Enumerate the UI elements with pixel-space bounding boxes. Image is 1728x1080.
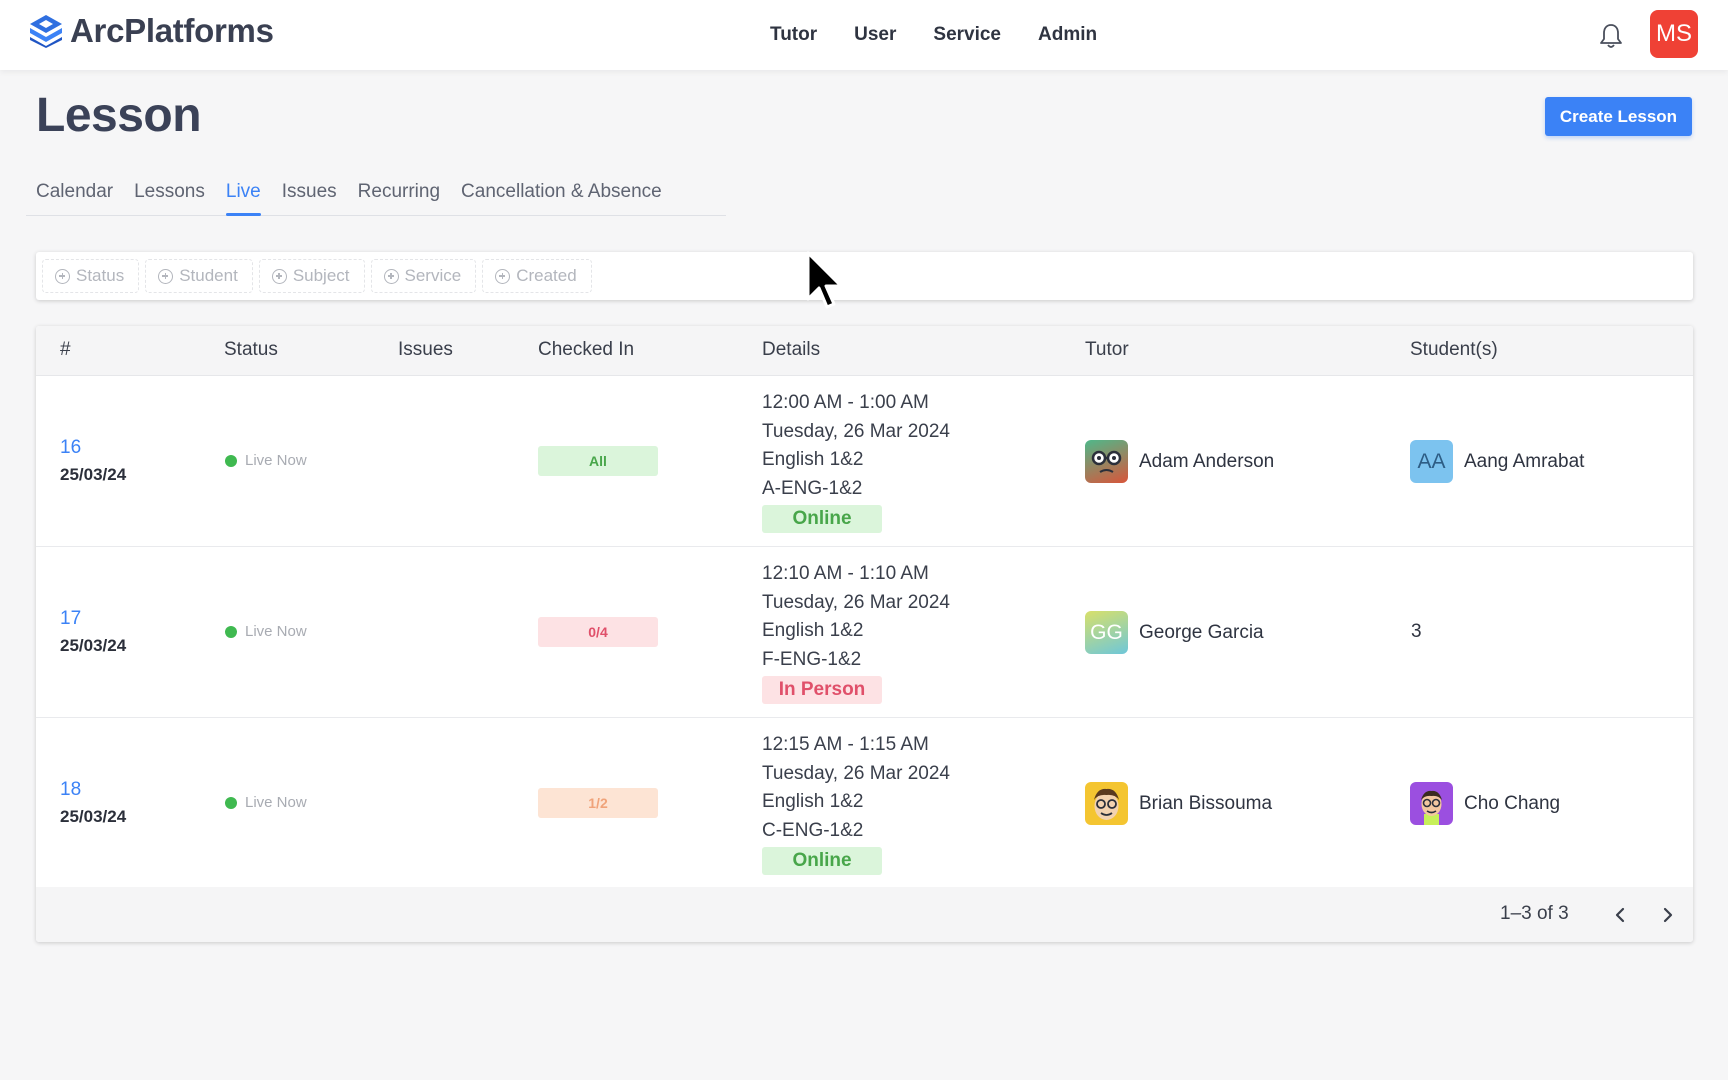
tab-cancellation-absence[interactable]: Cancellation & Absence <box>451 176 673 215</box>
student-name: Aang Amrabat <box>1464 450 1585 472</box>
bell-icon[interactable] <box>1598 22 1624 50</box>
lesson-id-link[interactable]: 16 <box>60 437 126 459</box>
checked-in-badge: 0/4 <box>538 617 658 647</box>
lesson-date: 25/03/24 <box>60 636 127 655</box>
student-cell[interactable]: Cho Chang <box>1410 782 1560 825</box>
nav-tutor[interactable]: Tutor <box>770 24 817 46</box>
lesson-date: 25/03/24 <box>60 465 127 484</box>
col-tutor[interactable]: Tutor <box>1085 339 1129 361</box>
checked-in-badge: 1/2 <box>538 788 658 818</box>
page-title: Lesson <box>36 89 202 142</box>
student-avatar <box>1410 782 1453 825</box>
top-navbar: ArcPlatforms Tutor User Service Admin MS <box>0 0 1728 70</box>
tutor-name: Adam Anderson <box>1139 450 1275 472</box>
tutor-avatar <box>1085 440 1128 483</box>
tutor-name: Brian Bissouma <box>1139 792 1273 814</box>
status-badge: Live Now <box>225 623 307 640</box>
tutor-cell[interactable]: GG George Garcia <box>1085 611 1264 654</box>
chevron-right-icon[interactable] <box>1654 901 1682 929</box>
table-row[interactable]: 18 25/03/24 Live Now 1/2 12:15 AM - 1:15… <box>36 718 1693 889</box>
tab-lessons[interactable]: Lessons <box>124 176 216 215</box>
lesson-details: 12:00 AM - 1:00 AM Tuesday, 26 Mar 2024 … <box>762 389 950 533</box>
tab-recurring[interactable]: Recurring <box>348 176 451 215</box>
status-badge: Live Now <box>225 794 307 811</box>
lesson-id-link[interactable]: 18 <box>60 779 126 801</box>
col-number[interactable]: # <box>60 339 71 361</box>
filter-subject[interactable]: Subject <box>258 259 365 293</box>
student-count[interactable]: 3 <box>1411 621 1422 643</box>
student-avatar: AA <box>1410 440 1453 483</box>
mode-badge: In Person <box>762 676 882 704</box>
filter-student[interactable]: Student <box>145 259 253 293</box>
brand-name: ArcPlatforms <box>70 12 274 49</box>
tutor-name: George Garcia <box>1139 621 1264 643</box>
brand[interactable]: ArcPlatforms <box>28 12 274 50</box>
lesson-tabs: Calendar Lessons Live Issues Recurring C… <box>26 176 726 216</box>
table-footer: 1–3 of 3 <box>36 887 1693 942</box>
student-name: Cho Chang <box>1464 792 1561 814</box>
tutor-cell[interactable]: Adam Anderson <box>1085 440 1274 483</box>
chevron-left-icon[interactable] <box>1606 901 1634 929</box>
table-row[interactable]: 17 25/03/24 Live Now 0/4 12:10 AM - 1:10… <box>36 547 1693 718</box>
col-details[interactable]: Details <box>762 339 820 361</box>
lesson-details: 12:15 AM - 1:15 AM Tuesday, 26 Mar 2024 … <box>762 731 950 875</box>
mode-badge: Online <box>762 847 882 875</box>
filter-bar: Status Student Subject Service Created <box>36 252 1693 300</box>
tutor-cell[interactable]: Brian Bissouma <box>1085 782 1272 825</box>
create-lesson-button[interactable]: Create Lesson <box>1545 97 1692 136</box>
filter-status[interactable]: Status <box>42 259 140 293</box>
mouse-cursor-icon <box>806 251 843 309</box>
plus-circle-icon <box>158 268 174 284</box>
lesson-id-link[interactable]: 17 <box>60 608 126 630</box>
col-issues[interactable]: Issues <box>398 339 453 361</box>
tab-calendar[interactable]: Calendar <box>26 176 124 215</box>
plus-circle-icon <box>55 268 70 284</box>
lesson-date: 25/03/24 <box>60 807 127 826</box>
filter-service[interactable]: Service <box>370 259 477 293</box>
col-status[interactable]: Status <box>224 339 278 361</box>
live-dot-icon <box>225 796 237 809</box>
lessons-table: # Status Issues Checked In Details Tutor… <box>36 326 1693 942</box>
student-cell[interactable]: AA Aang Amrabat <box>1410 440 1584 483</box>
col-checked-in[interactable]: Checked In <box>538 339 634 361</box>
mode-badge: Online <box>762 505 882 533</box>
status-badge: Live Now <box>225 452 307 469</box>
tab-live[interactable]: Live <box>216 176 272 216</box>
user-avatar[interactable]: MS <box>1650 10 1698 58</box>
nav-admin[interactable]: Admin <box>1038 24 1097 46</box>
nav-service[interactable]: Service <box>933 24 1001 46</box>
live-dot-icon <box>225 625 237 638</box>
tutor-avatar <box>1085 782 1128 825</box>
main-nav: Tutor User Service Admin <box>770 24 1097 46</box>
table-header: # Status Issues Checked In Details Tutor… <box>36 326 1693 376</box>
pagination-info: 1–3 of 3 <box>1500 903 1569 924</box>
plus-circle-icon <box>271 268 287 284</box>
live-dot-icon <box>225 454 237 467</box>
plus-circle-icon <box>383 268 399 284</box>
plus-circle-icon <box>495 268 511 284</box>
table-row[interactable]: 16 25/03/24 Live Now All 12:00 AM - 1:00… <box>36 376 1693 547</box>
lesson-details: 12:10 AM - 1:10 AM Tuesday, 26 Mar 2024 … <box>762 560 950 704</box>
checked-in-badge: All <box>538 446 658 476</box>
nav-user[interactable]: User <box>854 24 896 46</box>
tab-issues[interactable]: Issues <box>272 176 348 215</box>
col-students[interactable]: Student(s) <box>1410 339 1498 361</box>
tutor-avatar: GG <box>1085 611 1128 654</box>
arcplatforms-logo-icon <box>30 15 62 48</box>
filter-created[interactable]: Created <box>482 259 592 293</box>
